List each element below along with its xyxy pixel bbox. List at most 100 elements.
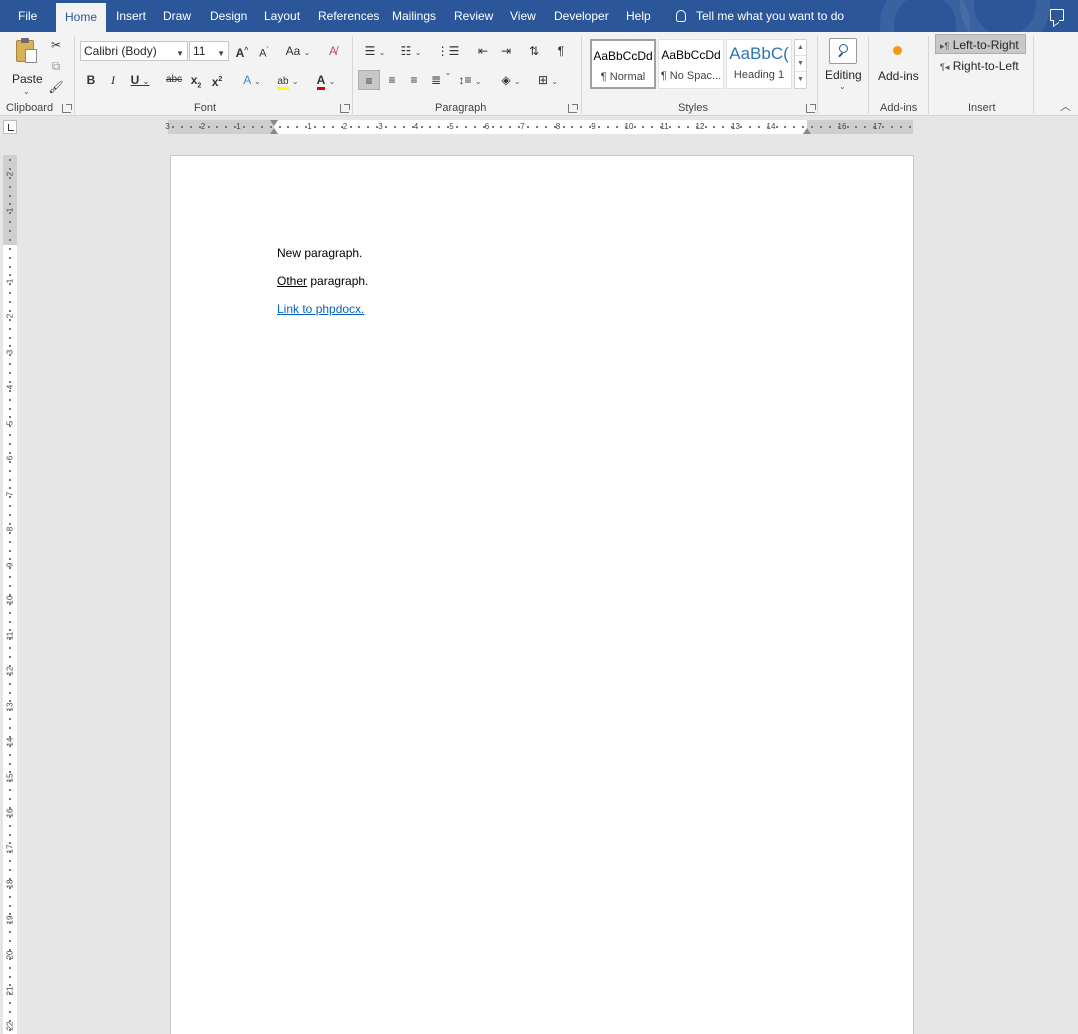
paragraph[interactable]: Other paragraph. [277,274,368,288]
ruler-tick [9,309,11,312]
justify-icon[interactable]: ≣ [426,70,446,90]
underline-icon[interactable]: U ⌄ [128,70,152,90]
show-formatting-icon[interactable]: ¶ [553,41,569,61]
ruler-tick [740,126,742,128]
ruler-tick [9,735,11,738]
ruler-tick [207,126,210,128]
collapse-ribbon-icon[interactable]: ︿ [1060,98,1071,114]
text-effects-icon[interactable]: A ⌄ [238,70,266,90]
background-decoration [880,0,970,32]
format-painter-icon[interactable]: 🖌 [47,77,65,97]
scroll-down-icon[interactable]: ▼ [795,56,806,72]
tab-mailings[interactable]: Mailings [392,0,436,32]
ruler-tick [9,815,11,818]
ruler-tick [305,126,308,128]
rtl-label: Right-to-Left [952,59,1019,73]
shrink-font-icon[interactable]: Aˇ [256,41,272,61]
styles-launcher-icon[interactable] [806,104,816,113]
decrease-indent-icon[interactable]: ⇤ [474,41,492,61]
strikethrough-icon[interactable]: abc [163,70,185,90]
italic-icon[interactable]: I [106,70,120,90]
ruler-tick [748,126,751,128]
ruler-tick [828,126,831,128]
scroll-up-icon[interactable]: ▲ [795,40,806,56]
ruler-tick [624,126,627,128]
tab-developer[interactable]: Developer [554,0,609,32]
ruler-tick [9,327,11,330]
styles-gallery-scroll[interactable]: ▲ ▼ ▼ [794,39,807,89]
right-to-left-button[interactable]: ¶◂ Right-to-Left [936,56,1025,76]
shading-icon[interactable]: ◈ ⌄ [496,70,526,90]
comments-icon[interactable] [1050,9,1064,21]
font-color-icon[interactable]: A ⌄ [310,70,342,90]
font-launcher-icon[interactable] [340,104,350,113]
multilevel-list-icon[interactable]: ⋮☰ ⌄ [433,41,463,77]
font-size-combo[interactable]: 11 ▼ [189,41,229,61]
ruler-tick [9,292,11,295]
superscript-icon[interactable]: x2 [209,70,225,90]
indent-marker[interactable] [270,128,278,134]
more-styles-icon[interactable]: ▼ [795,72,806,88]
highlight-icon[interactable]: ab ⌄ [272,70,304,90]
tell-me-search[interactable]: Tell me what you want to do [676,0,844,32]
tab-home[interactable]: Home [56,3,107,32]
font-family-combo[interactable]: Calibri (Body) ▼ [80,41,188,61]
tab-references[interactable]: References [318,0,379,32]
ruler-tick [9,265,11,268]
change-case-icon[interactable]: Aa ⌄ [283,41,313,61]
align-center-icon[interactable]: ≡ [382,70,402,90]
paragraph[interactable]: Link to phpdocx. [277,302,364,316]
editing-button[interactable]: Editing ⌄ [822,36,864,98]
numbering-icon[interactable]: ☷ ⌄ [396,41,426,61]
left-to-right-button[interactable]: ▸¶ Left-to-Right [935,34,1026,54]
ruler-tick [784,126,787,128]
hyperlink[interactable]: Link to phpdocx. [277,302,364,316]
ruler-tick [908,126,911,128]
style-normal[interactable]: AaBbCcDd ¶ Normal [590,39,656,89]
divider [928,36,929,114]
tab-draw[interactable]: Draw [163,0,191,32]
sort-icon[interactable]: ⇅ [525,41,543,61]
tab-layout[interactable]: Layout [264,0,300,32]
ruler-tick [704,126,707,128]
ruler-tick [278,126,281,128]
line-spacing-icon[interactable]: ↕≡ ⌄ [455,70,485,90]
ruler-tick [287,126,290,128]
tab-insert[interactable]: Insert [116,0,146,32]
copy-icon[interactable]: ⧉ [47,56,65,76]
subscript-icon[interactable]: x2 [188,70,204,90]
ruler-number: 8 [555,122,561,131]
vertical-ruler[interactable]: 2 1 1 2 3 4 5 6 7 8 9 10 11 12 13 14 15 16 17 18 19 20 21 22 [3,155,17,1034]
addins-button[interactable]: Add-ins [874,36,922,98]
ruler-tick [731,126,734,128]
bullets-icon[interactable]: ☰ ⌄ [360,41,390,61]
right-indent-marker[interactable] [803,128,811,134]
tab-view[interactable]: View [510,0,536,32]
borders-icon[interactable]: ⊞ ⌄ [533,70,563,90]
align-left-icon[interactable]: ≡ [358,70,380,90]
paragraph[interactable]: New paragraph. [277,246,362,260]
ruler-tick [9,443,11,445]
horizontal-ruler[interactable]: 3 2 1 1 2 3 4 5 6 7 8 9 10 11 12 13 14 16 17 [165,120,913,134]
document-page[interactable]: New paragraph. Other paragraph. Link to … [170,155,914,1034]
cut-icon[interactable]: ✂ [47,35,65,55]
tab-design[interactable]: Design [210,0,247,32]
ruler-tick [819,126,822,128]
paragraph-launcher-icon[interactable] [568,104,578,113]
paste-button[interactable]: Paste ⌄ [8,36,46,98]
tab-review[interactable]: Review [454,0,493,32]
tab-selector[interactable] [3,120,17,134]
align-right-icon[interactable]: ≡ [404,70,424,90]
tab-help[interactable]: Help [626,0,651,32]
ruler-tick [9,363,11,366]
clipboard-launcher-icon[interactable] [62,104,72,113]
ruler-number: 1 [307,122,312,131]
bold-icon[interactable]: B [84,70,98,90]
style-no-spacing[interactable]: AaBbCcDd ¶ No Spac... [658,39,724,89]
tab-file[interactable]: File [18,0,37,32]
increase-indent-icon[interactable]: ⇥ [497,41,515,61]
ruler-tick [251,126,254,128]
grow-font-icon[interactable]: A^ [234,41,250,61]
clear-formatting-icon[interactable]: A̸ [323,41,343,61]
style-heading-1[interactable]: AaBbC( Heading 1 [726,39,792,89]
